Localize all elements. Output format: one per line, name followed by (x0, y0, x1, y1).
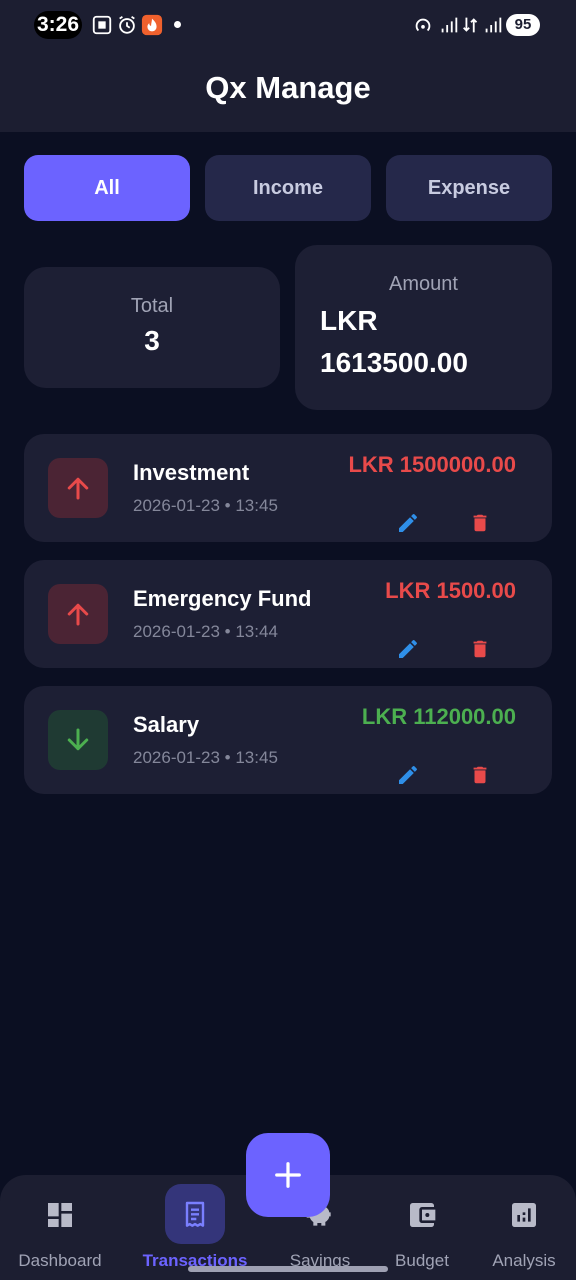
battery-indicator: 95 (506, 14, 540, 36)
add-transaction-button[interactable] (246, 1133, 330, 1217)
screenshot-icon (92, 15, 112, 35)
transaction-amount: LKR 1500000.00 (348, 452, 516, 477)
transaction-row[interactable]: Emergency Fund 2026-01-23 • 13:44 LKR 15… (24, 560, 552, 668)
edit-icon[interactable] (396, 763, 420, 787)
tab-expense[interactable]: Expense (386, 155, 552, 221)
status-bar: 3:26 95 (0, 0, 576, 52)
transaction-amount: LKR 112000.00 (361, 704, 516, 729)
transaction-type-badge (48, 710, 108, 770)
transaction-row[interactable]: Investment 2026-01-23 • 13:45 LKR 150000… (24, 434, 552, 542)
amount-value: 1613500.00 (320, 347, 468, 378)
notification-dot (174, 21, 181, 28)
transaction-type-badge (48, 584, 108, 644)
edit-icon[interactable] (396, 511, 420, 535)
arrow-down-icon (67, 728, 89, 751)
status-time: 3:26 (37, 13, 80, 36)
transaction-date: 2026-01-23 • 13:44 (133, 622, 278, 641)
total-card: Total 3 (24, 267, 280, 388)
edit-icon[interactable] (396, 637, 420, 661)
home-indicator (188, 1266, 388, 1272)
tab-income[interactable]: Income (205, 155, 371, 221)
delete-icon[interactable] (469, 637, 491, 661)
amount-card: Amount LKR 1613500.00 (295, 245, 552, 410)
transaction-type-badge (48, 458, 108, 518)
arrow-up-icon (67, 603, 89, 626)
transaction-amount: LKR 1500.00 (385, 578, 516, 603)
app-root: 3:26 95 Qx Manage All Income Expense Tot… (0, 0, 576, 1280)
transaction-date: 2026-01-23 • 13:45 (133, 748, 278, 767)
tab-all[interactable]: All (24, 155, 190, 221)
transaction-name: Emergency Fund (133, 586, 312, 611)
app-header: Qx Manage (0, 52, 576, 132)
transaction-row[interactable]: Salary 2026-01-23 • 13:45 LKR 112000.00 (24, 686, 552, 794)
transaction-name: Salary (133, 712, 200, 737)
app-notification-icon (141, 14, 163, 36)
nav-item-transactions[interactable]: Transactions (130, 1175, 260, 1280)
analytics-icon (512, 1203, 536, 1227)
signal-icon-2 (485, 17, 502, 33)
amount-currency: LKR (320, 305, 378, 336)
network-type-icon (463, 17, 478, 33)
nav-label-dashboard: Dashboard (18, 1251, 102, 1270)
nav-label-analysis: Analysis (492, 1251, 556, 1270)
amount-label: Amount (389, 273, 458, 295)
arrow-up-icon (67, 477, 89, 500)
nav-item-budget[interactable]: Budget (372, 1175, 472, 1280)
nav-item-analysis[interactable]: Analysis (474, 1175, 574, 1280)
receipt-icon (185, 1201, 205, 1227)
signal-icon (441, 17, 458, 33)
wallet-icon (410, 1203, 436, 1227)
plus-icon (275, 1162, 301, 1188)
total-value: 3 (144, 325, 160, 356)
hotspot-icon (415, 18, 431, 32)
transaction-name: Investment (133, 460, 250, 485)
dashboard-icon (48, 1203, 72, 1227)
transaction-date: 2026-01-23 • 13:45 (133, 496, 278, 515)
alarm-icon (119, 15, 135, 34)
delete-icon[interactable] (469, 763, 491, 787)
total-label: Total (130, 295, 174, 317)
nav-item-dashboard[interactable]: Dashboard (0, 1175, 120, 1280)
delete-icon[interactable] (469, 511, 491, 535)
page-title: Qx Manage (205, 70, 371, 105)
